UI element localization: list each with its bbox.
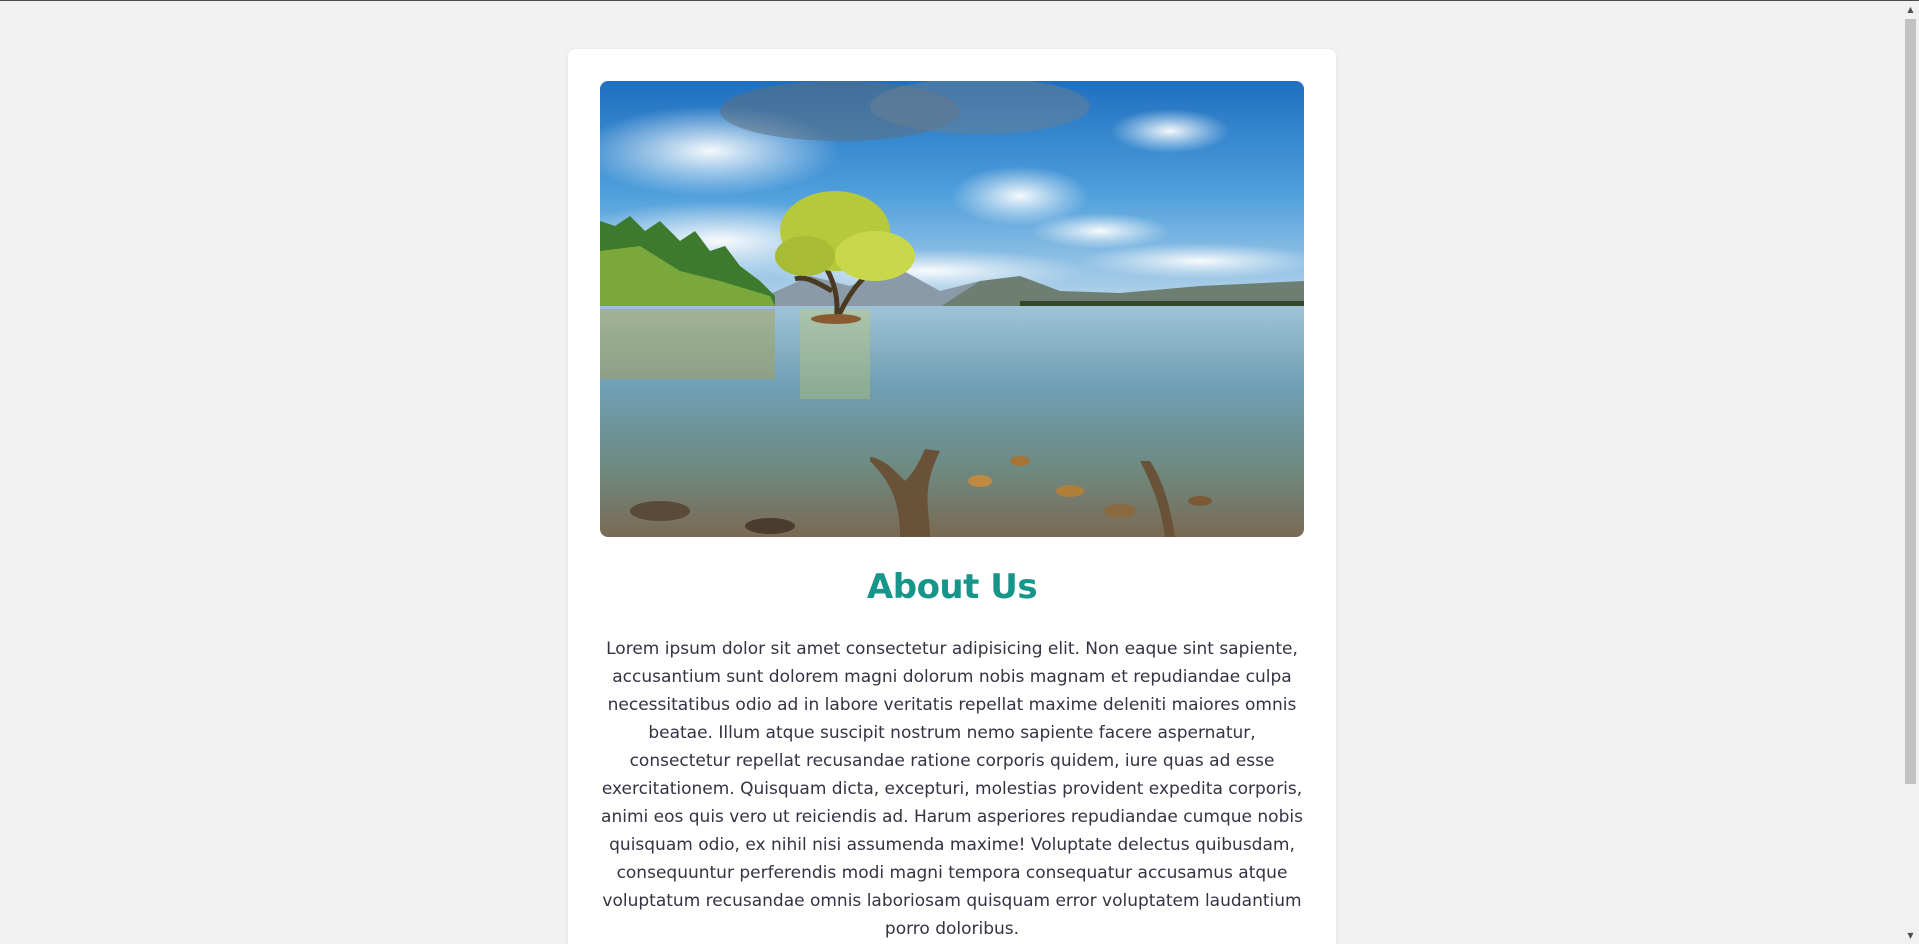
- page-viewport: About Us Lorem ipsum dolor sit amet cons…: [0, 1, 1902, 944]
- about-hero-image: [600, 81, 1304, 537]
- about-heading: About Us: [866, 567, 1038, 607]
- scroll-down-arrow-icon[interactable]: ▼: [1902, 927, 1919, 944]
- about-paragraph: Lorem ipsum dolor sit amet consectetur a…: [601, 639, 1303, 939]
- scrollbar-thumb[interactable]: [1905, 19, 1916, 784]
- scroll-up-arrow-icon[interactable]: ▲: [1902, 1, 1919, 18]
- about-card: About Us Lorem ipsum dolor sit amet cons…: [568, 49, 1336, 944]
- vertical-scrollbar[interactable]: ▲ ▼: [1902, 1, 1919, 944]
